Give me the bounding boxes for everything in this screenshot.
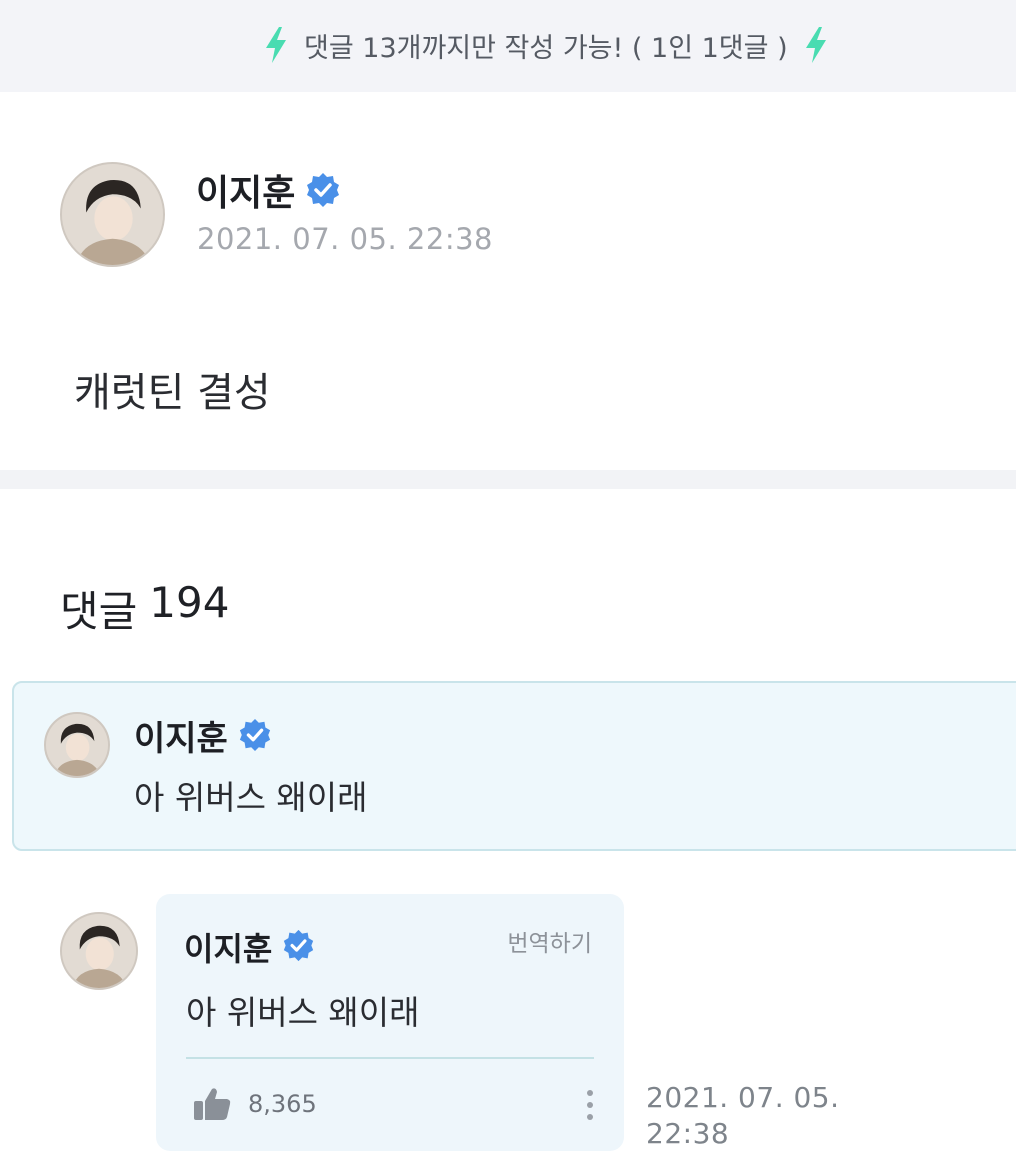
comment-count-value: 194 xyxy=(149,578,230,627)
comment-text: 아 위버스 왜이래 xyxy=(186,993,420,1032)
like-button[interactable]: 8,365 xyxy=(192,1086,317,1122)
comment-bubble[interactable]: 이지훈 번역하기 아 위버스 왜이래 8,365 xyxy=(156,894,624,1151)
lightning-icon xyxy=(802,26,830,64)
comment-divider xyxy=(186,1057,594,1059)
author-name-text: 이지훈 xyxy=(196,173,296,214)
comment-count: 댓글 194 xyxy=(60,578,229,639)
pinned-comment[interactable]: 이지훈 아 위버스 왜이래 xyxy=(12,681,1016,851)
avatar-image xyxy=(62,164,163,265)
avatar[interactable] xyxy=(60,912,138,990)
comment-date-line2: 22:38 xyxy=(646,1117,730,1150)
thumbs-up-icon xyxy=(192,1086,232,1122)
verified-badge-icon xyxy=(282,929,318,965)
more-options-icon[interactable] xyxy=(584,1090,596,1128)
lightning-icon xyxy=(262,26,290,64)
comment-author-name[interactable]: 이지훈 xyxy=(184,924,318,970)
notice-text: 댓글 13개까지만 작성 가능! ( 1인 1댓글 ) xyxy=(304,32,788,64)
translate-button[interactable]: 번역하기 xyxy=(507,924,592,958)
verified-badge-icon xyxy=(238,718,274,754)
avatar-image xyxy=(46,714,108,776)
avatar[interactable] xyxy=(60,162,165,267)
pinned-author-name-text: 이지훈 xyxy=(134,719,228,759)
author-name[interactable]: 이지훈 xyxy=(196,164,341,216)
avatar[interactable] xyxy=(44,712,110,778)
pinned-comment-text: 아 위버스 왜이래 xyxy=(134,778,368,817)
pinned-author-name[interactable]: 이지훈 xyxy=(134,711,274,760)
notice: 댓글 13개까지만 작성 가능! ( 1인 1댓글 ) xyxy=(262,24,830,66)
post-header: 이지훈 2021. 07. 05. 22:38 캐럿틴 결성 xyxy=(0,92,1016,470)
like-count: 8,365 xyxy=(248,1090,317,1118)
comment-date: 2021. 07. 05. 22:38 xyxy=(646,1080,840,1152)
section-divider xyxy=(0,470,1016,489)
verified-badge-icon xyxy=(305,172,341,208)
comment-date-line1: 2021. 07. 05. xyxy=(646,1081,840,1114)
post-date: 2021. 07. 05. 22:38 xyxy=(197,222,493,256)
avatar-image xyxy=(62,914,136,988)
comment-count-label: 댓글 xyxy=(60,587,138,636)
post-body: 캐럿틴 결성 xyxy=(74,370,271,416)
notice-bar: 댓글 13개까지만 작성 가능! ( 1인 1댓글 ) xyxy=(0,0,1016,92)
comment-author-name-text: 이지훈 xyxy=(184,930,273,968)
